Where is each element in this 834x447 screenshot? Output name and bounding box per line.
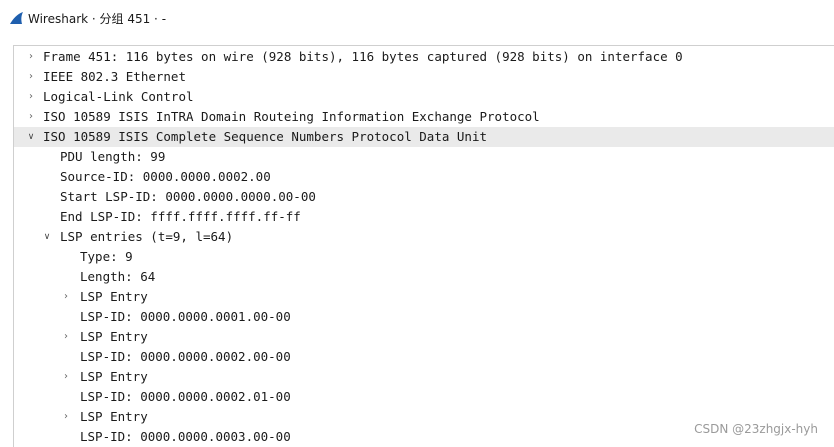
tree-row-label: Type: 9 xyxy=(80,249,133,264)
tree-row-label: PDU length: 99 xyxy=(60,149,166,164)
tree-row[interactable]: End LSP-ID: ffff.ffff.ffff.ff-ff xyxy=(14,207,834,227)
chevron-right-icon[interactable]: › xyxy=(25,87,37,107)
chevron-right-icon[interactable]: › xyxy=(25,107,37,127)
tree-row-label: Logical-Link Control xyxy=(43,89,194,104)
tree-row-label: LSP Entry xyxy=(80,329,148,344)
tree-row[interactable]: Type: 9 xyxy=(14,247,834,267)
tree-row[interactable]: › Logical-Link Control xyxy=(14,87,834,107)
tree-row[interactable]: LSP-ID: 0000.0000.0001.00-00 xyxy=(14,307,834,327)
tree-row[interactable]: PDU length: 99 xyxy=(14,147,834,167)
tree-row[interactable]: › LSP Entry xyxy=(14,367,834,387)
wireshark-fin-icon xyxy=(10,12,23,24)
chevron-down-icon[interactable]: ∨ xyxy=(25,127,37,147)
tree-row[interactable]: › IEEE 802.3 Ethernet xyxy=(14,67,834,87)
watermark-text: CSDN @23zhgjx-hyh xyxy=(694,422,818,436)
chevron-down-icon[interactable]: ∨ xyxy=(41,227,53,247)
tree-row-label: LSP-ID: 0000.0000.0001.00-00 xyxy=(80,309,291,324)
tree-row[interactable]: Source-ID: 0000.0000.0002.00 xyxy=(14,167,834,187)
tree-row-label: LSP entries (t=9, l=64) xyxy=(60,229,234,244)
chevron-right-icon[interactable]: › xyxy=(60,327,72,347)
tree-row[interactable]: › LSP Entry xyxy=(14,287,834,307)
tree-row-label: IEEE 802.3 Ethernet xyxy=(43,69,186,84)
tree-row-label: Source-ID: 0000.0000.0002.00 xyxy=(60,169,271,184)
tree-row-label: LSP-ID: 0000.0000.0003.00-00 xyxy=(80,429,291,444)
tree-row[interactable]: › LSP Entry xyxy=(14,327,834,347)
tree-row-label: End LSP-ID: ffff.ffff.ffff.ff-ff xyxy=(60,209,301,224)
tree-row[interactable]: ∨ LSP entries (t=9, l=64) xyxy=(14,227,834,247)
tree-row-label: LSP Entry xyxy=(80,409,148,424)
tree-row[interactable]: LSP-ID: 0000.0000.0002.01-00 xyxy=(14,387,834,407)
chevron-right-icon[interactable]: › xyxy=(25,67,37,87)
tree-row-label: ISO 10589 ISIS Complete Sequence Numbers… xyxy=(43,129,488,144)
tree-row-label: Frame 451: 116 bytes on wire (928 bits),… xyxy=(43,49,683,64)
tree-row[interactable]: › Frame 451: 116 bytes on wire (928 bits)… xyxy=(14,47,834,67)
tree-row-label: LSP Entry xyxy=(80,289,148,304)
chevron-right-icon[interactable]: › xyxy=(60,367,72,387)
chevron-right-icon[interactable]: › xyxy=(60,407,72,427)
tree-row[interactable]: LSP-ID: 0000.0000.0002.00-00 xyxy=(14,347,834,367)
tree-row[interactable]: Start LSP-ID: 0000.0000.0000.00-00 xyxy=(14,187,834,207)
tree-row[interactable]: Length: 64 xyxy=(14,267,834,287)
tree-row-label: LSP Entry xyxy=(80,369,148,384)
chevron-right-icon[interactable]: › xyxy=(60,287,72,307)
tree-row-label: LSP-ID: 0000.0000.0002.01-00 xyxy=(80,389,291,404)
tree-row-label: Start LSP-ID: 0000.0000.0000.00-00 xyxy=(60,189,316,204)
window-title: Wireshark · 分组 451 · - xyxy=(28,12,167,26)
packet-details-tree[interactable]: › Frame 451: 116 bytes on wire (928 bits)… xyxy=(13,45,834,447)
tree-row-label: Length: 64 xyxy=(80,269,156,284)
title-bar: Wireshark · 分组 451 · - xyxy=(0,0,834,38)
tree-row[interactable]: ∨ ISO 10589 ISIS Complete Sequence Number… xyxy=(14,127,834,147)
tree-row-label: LSP-ID: 0000.0000.0002.00-00 xyxy=(80,349,291,364)
tree-row-label: ISO 10589 ISIS InTRA Domain Routeing Inf… xyxy=(43,109,540,124)
chevron-right-icon[interactable]: › xyxy=(25,47,37,67)
tree-row[interactable]: › ISO 10589 ISIS InTRA Domain Routeing In… xyxy=(14,107,834,127)
